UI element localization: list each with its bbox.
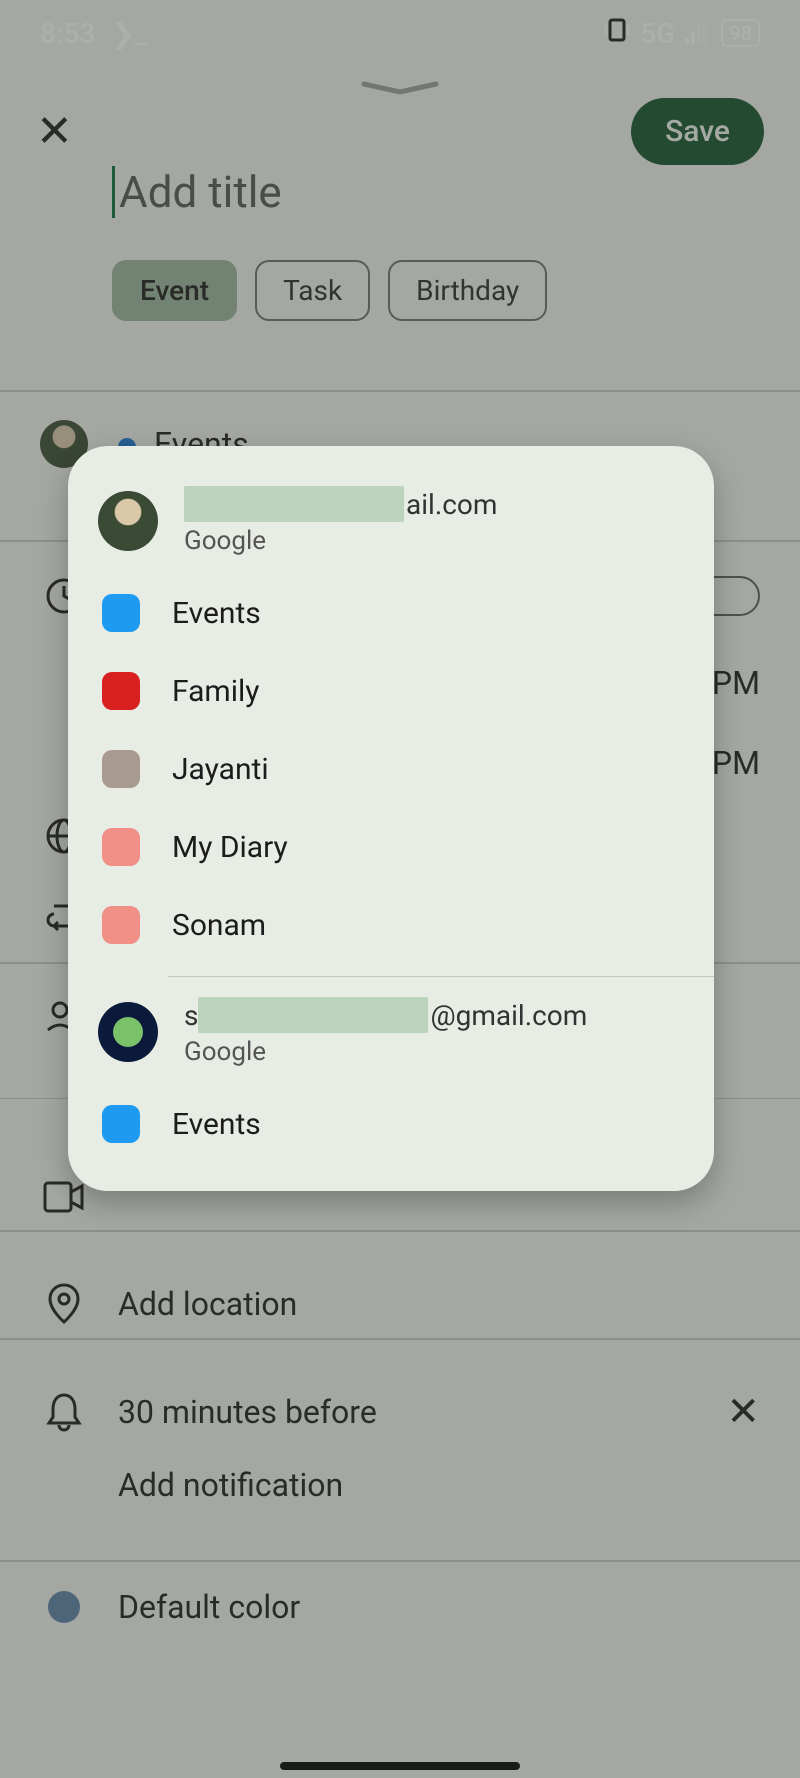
account-email: s@gmail.com: [184, 997, 587, 1033]
calendar-swatch-icon: [102, 906, 140, 944]
account-avatar-icon: [98, 1002, 158, 1062]
calendar-option[interactable]: Events: [68, 574, 714, 652]
account-header-0: ail.com Google: [68, 476, 714, 574]
calendar-option[interactable]: Jayanti: [68, 730, 714, 808]
calendar-picker-popover: ail.com Google Events Family Jayanti My …: [68, 446, 714, 1191]
calendar-option[interactable]: Events: [68, 1085, 714, 1163]
event-editor-screen: 8:53 ❯_ 5G 98 ✕ Save Event Task Birthday…: [0, 0, 800, 1778]
calendar-swatch-icon: [102, 750, 140, 788]
account-email: ail.com: [184, 486, 497, 522]
redacted-email-part: [184, 486, 404, 522]
calendar-swatch-icon: [102, 1105, 140, 1143]
account-provider: Google: [184, 1037, 587, 1067]
calendar-swatch-icon: [102, 828, 140, 866]
calendar-option-label: My Diary: [172, 830, 288, 865]
account-header-1: s@gmail.com Google: [68, 987, 714, 1085]
redacted-email-part: [198, 997, 428, 1033]
calendar-option-label: Family: [172, 674, 260, 709]
calendar-option[interactable]: My Diary: [68, 808, 714, 886]
account-avatar-icon: [98, 491, 158, 551]
calendar-option[interactable]: Sonam: [68, 886, 714, 964]
calendar-option[interactable]: Family: [68, 652, 714, 730]
calendar-option-label: Sonam: [172, 908, 266, 943]
calendar-swatch-icon: [102, 594, 140, 632]
calendar-swatch-icon: [102, 672, 140, 710]
calendar-option-label: Jayanti: [172, 752, 269, 787]
calendar-option-label: Events: [172, 596, 261, 631]
popover-divider: [168, 976, 714, 977]
calendar-option-label: Events: [172, 1107, 261, 1142]
account-provider: Google: [184, 526, 497, 556]
